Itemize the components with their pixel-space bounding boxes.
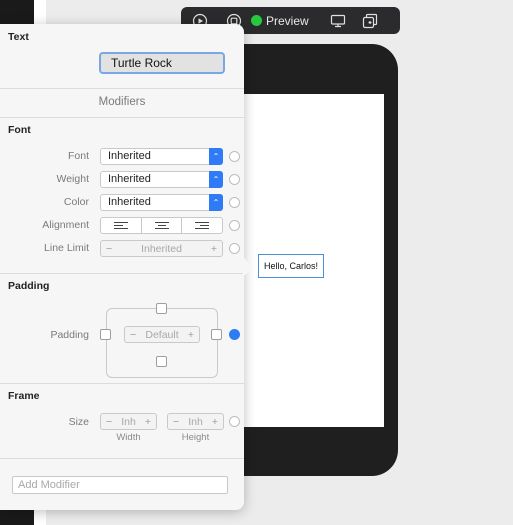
popover-arrow: [243, 257, 253, 277]
align-left-button[interactable]: [101, 218, 141, 233]
chevron-updown-icon: ⌃: [209, 171, 223, 188]
padding-modifier-toggle[interactable]: [229, 329, 240, 340]
padding-stepper[interactable]: − Default +: [124, 326, 200, 343]
chevron-updown-icon: ⌃: [209, 148, 223, 165]
font-popup[interactable]: Inherited ⌃: [100, 148, 223, 165]
padding-box: [106, 308, 218, 378]
divider: [0, 88, 244, 89]
divider: [0, 458, 244, 459]
line-limit-value: Inherited: [141, 242, 182, 255]
color-label: Color: [63, 196, 89, 208]
font-modifier-toggle[interactable]: [229, 151, 240, 162]
align-left-icon: [113, 222, 128, 229]
padding-bottom-checkbox[interactable]: [156, 356, 167, 367]
divider: [0, 273, 244, 274]
alignment-segmented-control: [100, 217, 223, 234]
frame-section-title: Frame: [8, 390, 40, 402]
height-value: Inh: [188, 415, 203, 428]
align-center-icon: [154, 222, 169, 229]
size-label: Size: [68, 416, 89, 428]
padding-section-title: Padding: [8, 280, 50, 292]
weight-value: Inherited: [108, 173, 151, 185]
align-right-button[interactable]: [181, 218, 222, 233]
increment-button[interactable]: +: [145, 416, 151, 428]
height-stepper[interactable]: − Inh +: [167, 413, 224, 430]
alignment-modifier-toggle[interactable]: [229, 220, 240, 231]
font-section-title: Font: [8, 124, 31, 136]
text-section-title: Text: [8, 31, 29, 43]
preview-label: Preview: [266, 13, 309, 28]
device-icon[interactable]: [327, 10, 349, 32]
width-caption: Width: [116, 432, 141, 443]
increment-button[interactable]: +: [212, 416, 218, 428]
inspector-popover: Text Turtle Rock Modifiers Font Font Inh…: [0, 24, 244, 510]
weight-popup[interactable]: Inherited ⌃: [100, 171, 223, 188]
duplicate-icon[interactable]: [359, 10, 381, 32]
weight-label: Weight: [56, 173, 90, 185]
add-modifier-field[interactable]: Add Modifier: [12, 476, 228, 494]
line-limit-stepper[interactable]: − Inherited +: [100, 240, 223, 257]
chevron-updown-icon: ⌃: [209, 194, 223, 211]
alignment-label: Alignment: [42, 219, 89, 231]
divider: [0, 117, 244, 118]
color-popup[interactable]: Inherited ⌃: [100, 194, 223, 211]
color-modifier-toggle[interactable]: [229, 197, 240, 208]
align-right-icon: [195, 222, 210, 229]
frame-modifier-toggle[interactable]: [229, 416, 240, 427]
modifiers-header: Modifiers: [98, 96, 146, 108]
color-value: Inherited: [108, 196, 151, 208]
line-limit-label: Line Limit: [44, 242, 89, 254]
width-value: Inh: [121, 415, 136, 428]
preview-status-dot: [251, 15, 262, 26]
font-value: Inherited: [108, 150, 151, 162]
padding-leading-checkbox[interactable]: [100, 329, 111, 340]
padding-trailing-checkbox[interactable]: [211, 329, 222, 340]
width-stepper[interactable]: − Inh +: [100, 413, 157, 430]
preview-button[interactable]: Preview: [251, 14, 309, 28]
weight-modifier-toggle[interactable]: [229, 174, 240, 185]
hello-text-element[interactable]: Hello, Carlos!: [258, 254, 324, 278]
padding-label: Padding: [50, 329, 89, 341]
align-center-button[interactable]: [140, 218, 182, 233]
line-limit-modifier-toggle[interactable]: [229, 243, 240, 254]
height-caption: Height: [181, 432, 210, 443]
padding-top-checkbox[interactable]: [156, 303, 167, 314]
text-value-field[interactable]: Turtle Rock: [99, 52, 225, 74]
padding-value: Default: [145, 328, 179, 341]
font-label: Font: [67, 150, 89, 162]
divider: [0, 383, 244, 384]
increment-button[interactable]: +: [211, 243, 217, 255]
increment-button[interactable]: +: [188, 329, 194, 341]
